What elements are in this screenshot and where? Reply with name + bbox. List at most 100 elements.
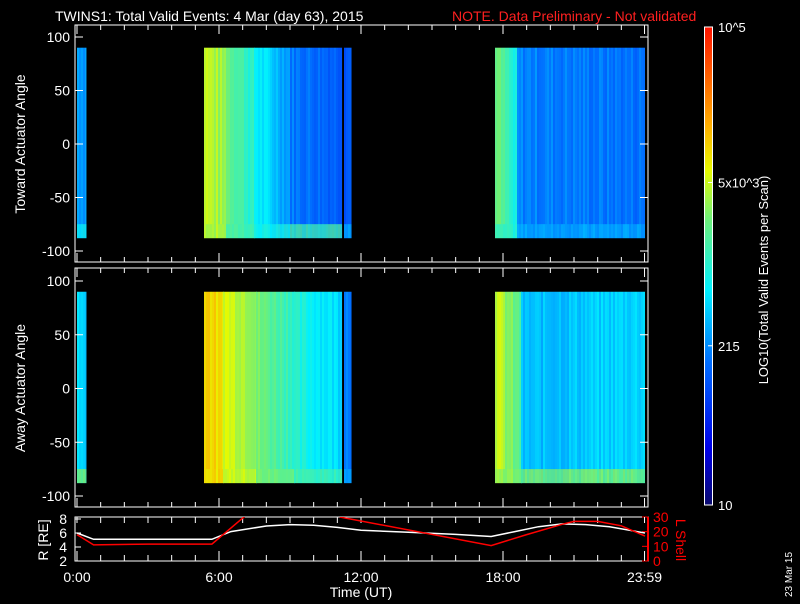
- colorbar-cell: [705, 265, 712, 266]
- spectrogram-column: [511, 48, 513, 238]
- spectrogram-edge-cell: [314, 469, 316, 483]
- spectrogram-column: [85, 292, 86, 483]
- spectrogram-edge-cell: [250, 224, 252, 238]
- x-tick-label: 18:00: [485, 569, 520, 585]
- spectrogram-column: [276, 292, 278, 483]
- colorbar-cell: [705, 109, 712, 110]
- spectrogram-edge-cell: [248, 224, 250, 238]
- colorbar-cell: [705, 381, 712, 382]
- spectrogram-edge-cell: [328, 224, 330, 238]
- spectrogram-edge-cell: [220, 469, 222, 483]
- y-tick-label: 50: [54, 327, 70, 343]
- spectrogram-edge-cell: [262, 469, 264, 483]
- spectrogram-column: [607, 292, 609, 483]
- spectrogram-edge-cell: [523, 469, 525, 483]
- colorbar-cell: [705, 336, 712, 337]
- spectrogram-edge-cell: [334, 469, 336, 483]
- colorbar-cell: [705, 159, 712, 160]
- spectrogram-column: [244, 48, 246, 238]
- spectrogram-edge-cell: [278, 469, 280, 483]
- spectrogram-edge-cell: [549, 224, 551, 238]
- spectrogram-edge-cell: [501, 224, 503, 238]
- spectrogram-edge-cell: [258, 469, 260, 483]
- spectrogram-edge-cell: [507, 224, 509, 238]
- spectrogram-edge-cell: [316, 224, 318, 238]
- colorbar-cell: [705, 301, 712, 302]
- spectrogram-column: [270, 292, 272, 483]
- spectrogram-edge-cell: [242, 224, 244, 238]
- colorbar-cell: [705, 120, 712, 121]
- spectrogram-column: [81, 292, 83, 483]
- spectrogram-column: [641, 292, 643, 483]
- spectrogram-edge-cell: [346, 469, 348, 483]
- colorbar-cell: [705, 329, 712, 330]
- colorbar-cell: [705, 389, 712, 390]
- spectrogram-edge-cell: [229, 469, 231, 483]
- spectrogram-column: [204, 48, 206, 238]
- colorbar-cell: [705, 189, 712, 190]
- spectrogram-edge-cell: [555, 224, 557, 238]
- colorbar-cell: [705, 295, 712, 296]
- spectrogram-column: [310, 292, 312, 483]
- colorbar-cell: [705, 371, 712, 372]
- spectrogram-edge-cell: [527, 224, 529, 238]
- spectrogram-edge-cell: [270, 224, 272, 238]
- colorbar-cell: [705, 129, 712, 130]
- spectrogram-edge-cell: [324, 469, 326, 483]
- spectrogram-edge-cell: [615, 224, 617, 238]
- spectrogram-edge-cell: [276, 469, 278, 483]
- colorbar-cell: [705, 125, 712, 126]
- colorbar-cell: [705, 492, 712, 493]
- spectrogram-column: [314, 48, 316, 238]
- colorbar-cell: [705, 396, 712, 397]
- spectrogram-edge-cell: [288, 469, 290, 483]
- spectrogram-column: [240, 48, 242, 238]
- spectrogram-column: [350, 48, 352, 238]
- spectrogram-edge-cell: [268, 224, 270, 238]
- colorbar-cell: [705, 142, 712, 143]
- spectrogram-column: [230, 48, 232, 238]
- colorbar-cell: [705, 194, 712, 195]
- spectrogram-edge-cell: [274, 469, 276, 483]
- spectrogram-edge-cell: [340, 224, 342, 238]
- colorbar-cell: [705, 268, 712, 269]
- colorbar-cell: [705, 290, 712, 291]
- spectrogram-column: [245, 292, 247, 483]
- spectrogram-edge-cell: [310, 469, 312, 483]
- spectrogram-edge-cell: [621, 224, 623, 238]
- colorbar-cell: [705, 60, 712, 61]
- colorbar-cell: [705, 394, 712, 395]
- spectrogram-column: [623, 292, 625, 483]
- spectrogram-edge-cell: [499, 224, 501, 238]
- spectrogram-edge-cell: [641, 469, 643, 483]
- spectrogram-column: [206, 48, 208, 238]
- colorbar-cell: [705, 373, 712, 374]
- spectrogram-column: [210, 292, 212, 483]
- spectrogram-edge-cell: [214, 469, 216, 483]
- spectrogram-column: [589, 48, 591, 238]
- colorbar-cell: [705, 110, 712, 111]
- spectrogram-column: [521, 48, 523, 238]
- spectrogram-column: [513, 48, 515, 238]
- spectrogram-column: [535, 48, 537, 238]
- spectrogram-column: [529, 48, 531, 238]
- colorbar-cell: [705, 244, 712, 245]
- spectrogram-column: [324, 48, 326, 238]
- spectrogram-edge-cell: [503, 469, 505, 483]
- colorbar-cell: [705, 456, 712, 457]
- colorbar-cell: [705, 488, 712, 489]
- spectrogram-edge-cell: [294, 224, 296, 238]
- spectrogram-column: [336, 292, 338, 483]
- y-tick-label: 0: [62, 136, 70, 152]
- spectrogram-column: [585, 48, 587, 238]
- colorbar-cell: [705, 280, 712, 281]
- colorbar-cell: [705, 367, 712, 368]
- spectrogram-edge-cell: [328, 469, 330, 483]
- colorbar-cell: [705, 501, 712, 502]
- colorbar-cell: [705, 310, 712, 311]
- spectrogram-column: [238, 48, 240, 238]
- colorbar-cell: [705, 156, 712, 157]
- colorbar-cell: [705, 421, 712, 422]
- colorbar-cell: [705, 496, 712, 497]
- colorbar-cell: [705, 83, 712, 84]
